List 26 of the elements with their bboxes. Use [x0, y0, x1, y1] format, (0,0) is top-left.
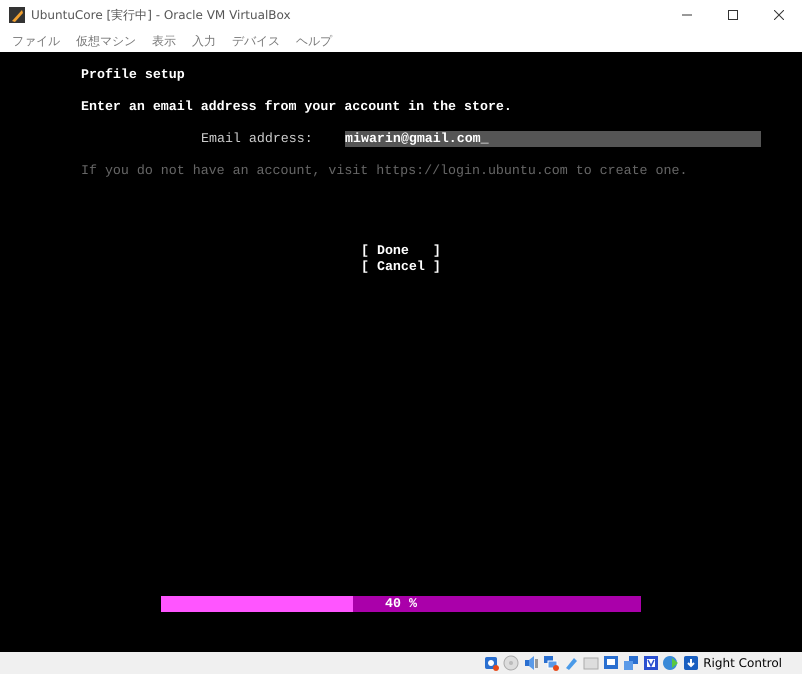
menu-item[interactable]: ファイル: [4, 32, 68, 50]
usb-icon[interactable]: [563, 655, 580, 671]
email-label: Email address:: [201, 131, 314, 147]
close-icon: [774, 10, 784, 20]
menu-item[interactable]: デバイス: [224, 32, 288, 50]
network-icon[interactable]: [543, 655, 560, 671]
hint-text: If you do not have an account, visit https://login.ubuntu.com to create one.: [80, 163, 688, 179]
display-icon[interactable]: [603, 655, 620, 671]
email-field[interactable]: miwarin@gmail.com_: [345, 131, 761, 147]
window-title: UbuntuCore [実行中] - Oracle VM VirtualBox: [31, 6, 292, 24]
menu-item[interactable]: 表示: [144, 32, 184, 50]
menu-item[interactable]: 入力: [184, 32, 224, 50]
menu-option[interactable]: [ Cancel ]: [361, 259, 441, 275]
windows-icon[interactable]: [623, 655, 640, 671]
heading: Profile setup: [80, 67, 186, 83]
host-key-label: Right Control: [703, 656, 782, 670]
menu-option[interactable]: [ Done ]: [361, 243, 441, 259]
download-icon[interactable]: [683, 655, 700, 671]
menu-item[interactable]: ヘルプ: [288, 32, 340, 50]
chip-icon[interactable]: [643, 655, 660, 671]
app-logo-icon: [9, 7, 25, 23]
speaker-icon[interactable]: [523, 655, 540, 671]
maximize-icon: [728, 10, 738, 20]
menu-item[interactable]: 仮想マシン: [68, 32, 144, 50]
instruction-text: Enter an email address from your account in the store.: [80, 99, 513, 115]
progress-reading: 40 %: [385, 596, 417, 612]
